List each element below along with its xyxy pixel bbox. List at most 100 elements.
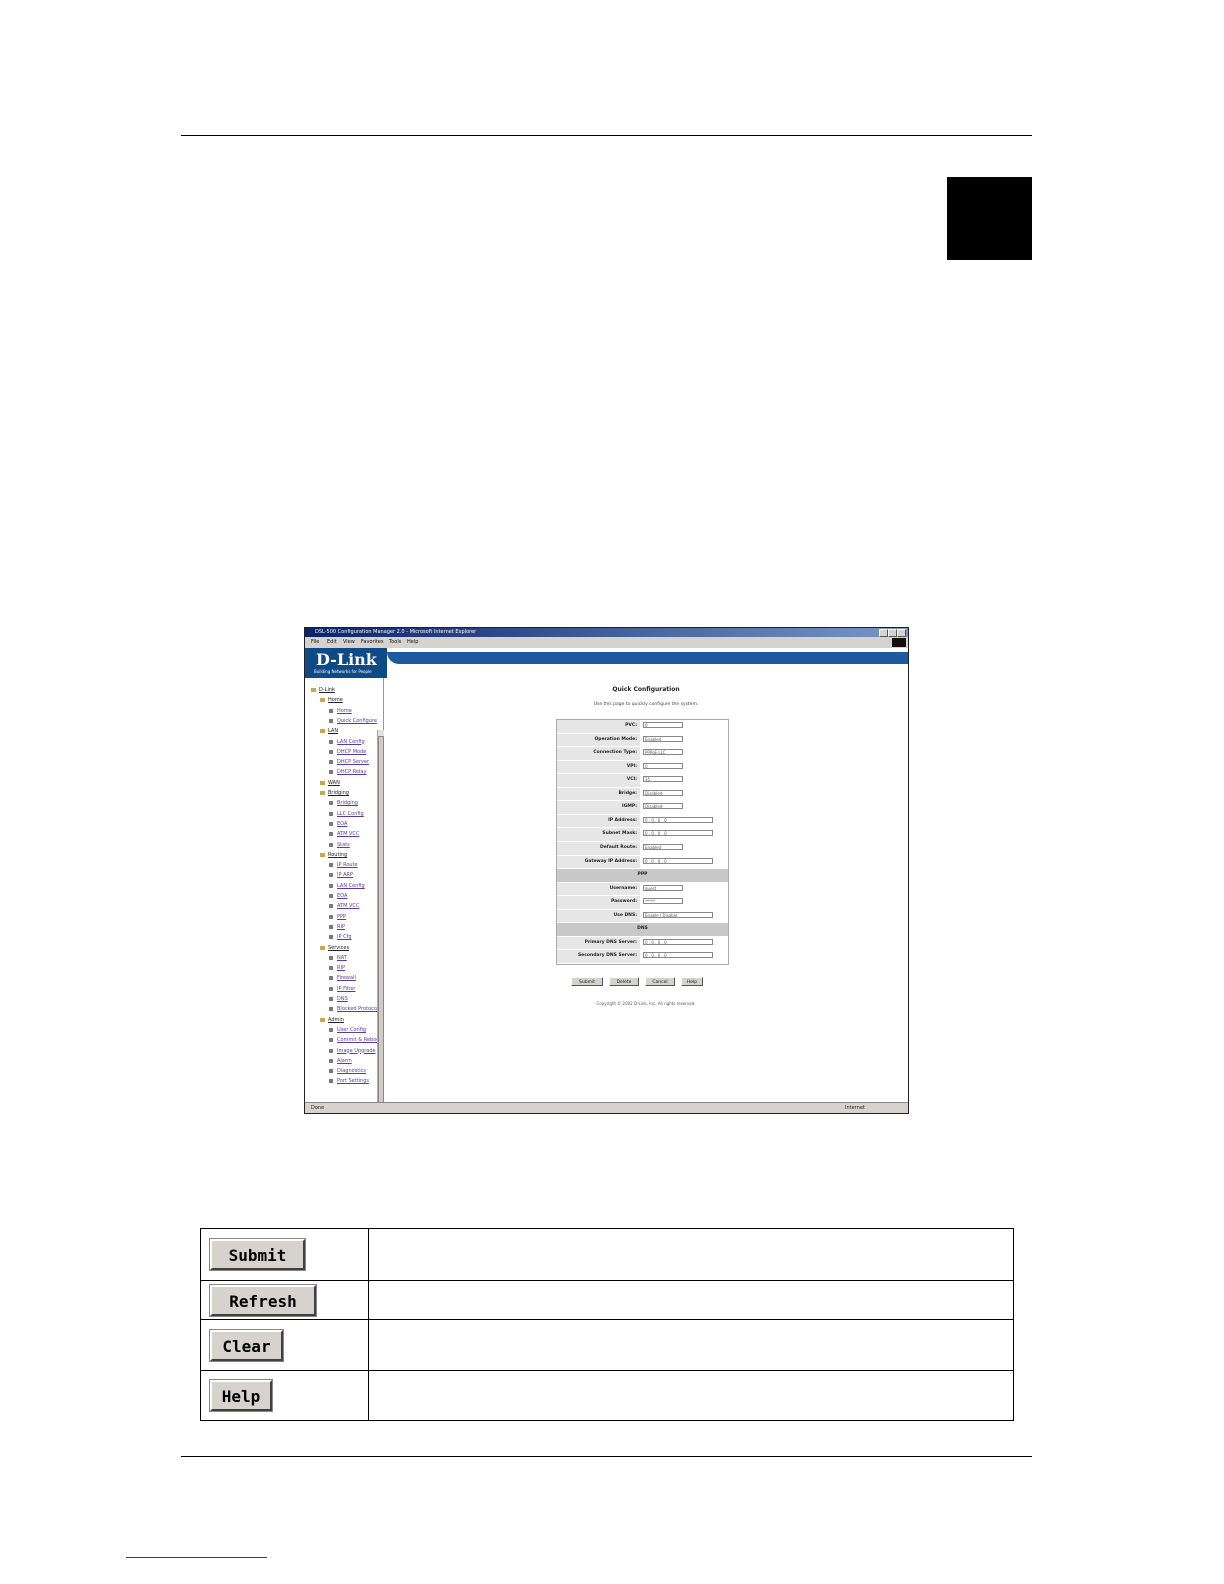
- tree-item[interactable]: PPP: [337, 914, 346, 920]
- table-row: Submit: [201, 1229, 1013, 1281]
- form-label: IGMP:: [557, 801, 640, 814]
- help-description: [369, 1371, 1013, 1420]
- form-input[interactable]: Disabled: [643, 803, 683, 810]
- form-input[interactable]: 0: [643, 762, 683, 769]
- form-label: Connection Type:: [557, 747, 640, 760]
- form-input[interactable]: 0: [643, 722, 683, 728]
- tree-item[interactable]: Commit & Reboot: [337, 1037, 381, 1043]
- cancel-button[interactable]: Cancel: [645, 977, 675, 986]
- form-label: PVC:: [557, 720, 640, 733]
- menu-edit[interactable]: Edit: [327, 638, 337, 647]
- tree-item[interactable]: Stats: [337, 842, 350, 848]
- form-input[interactable]: 0 . 0 . 0 . 0: [643, 938, 713, 945]
- page-icon: [329, 955, 333, 960]
- page-icon: [329, 1038, 333, 1043]
- tree-item[interactable]: Services: [328, 945, 349, 951]
- tree-item[interactable]: Home: [337, 708, 352, 714]
- tree-item[interactable]: WAN: [328, 780, 340, 786]
- tree-item[interactable]: Firewall: [337, 975, 356, 981]
- page-icon: [329, 966, 333, 971]
- form-input[interactable]: guest: [643, 884, 683, 891]
- close-icon[interactable]: [897, 629, 906, 637]
- logo-text: D-Link: [316, 650, 377, 669]
- form-label: Primary DNS Server:: [557, 936, 640, 950]
- page-icon: [329, 986, 333, 991]
- tree-item[interactable]: Diagnostics: [337, 1068, 366, 1074]
- footer-link-underline: [126, 1557, 267, 1558]
- tree-item[interactable]: RIP: [337, 965, 345, 971]
- tree-item[interactable]: D-Link: [319, 687, 335, 693]
- tree-item[interactable]: LLC Config: [337, 811, 364, 817]
- copyright: Copyright © 2002 D-Link, Inc. All rights…: [596, 1001, 696, 1006]
- page-icon: [329, 739, 333, 744]
- form-input[interactable]: Enabled: [643, 844, 683, 850]
- tree-item[interactable]: LAN Config: [337, 739, 365, 745]
- tree-item[interactable]: IP Route: [337, 862, 358, 868]
- tree-item[interactable]: Blocked Protocols: [337, 1006, 381, 1012]
- form-input[interactable]: Enable / Disable: [643, 911, 713, 918]
- tree-item[interactable]: RIP: [337, 924, 345, 930]
- form-label: Operation Mode:: [557, 733, 640, 747]
- tree-item[interactable]: Bridging: [328, 790, 349, 796]
- menu-help[interactable]: Help: [407, 638, 418, 647]
- form-input[interactable]: Disabled: [643, 789, 683, 796]
- tree-item[interactable]: DNS: [337, 996, 348, 1002]
- refresh-description: [369, 1281, 1013, 1319]
- tree-item[interactable]: IP ARP: [337, 872, 353, 878]
- menu-favorites[interactable]: Favorites: [361, 638, 384, 647]
- main-content: Quick Configuration Use this page to qui…: [384, 678, 908, 1102]
- form-input[interactable]: 0 . 0 . 0 . 0: [643, 816, 713, 823]
- form-row: Connection Type: PPPoE LLC: [557, 747, 728, 760]
- page-icon: [329, 708, 333, 713]
- form-input[interactable]: 0 . 0 . 0 . 0: [643, 830, 713, 837]
- page-icon: [329, 821, 333, 826]
- form-row: IGMP: Disabled: [557, 801, 728, 814]
- tree-item[interactable]: DHCP Mode: [337, 749, 366, 755]
- page-icon: [329, 904, 333, 909]
- tree-item[interactable]: IP Cfg: [337, 934, 352, 940]
- tree-item[interactable]: Port Settings: [337, 1078, 369, 1084]
- tree-scrollbar[interactable]: [377, 730, 384, 1113]
- tree-item[interactable]: EOA: [337, 821, 347, 827]
- tree-item[interactable]: Bridging: [337, 800, 358, 806]
- form-row: Default Route: Enabled: [557, 842, 728, 855]
- tree-item[interactable]: LAN: [328, 728, 338, 734]
- menu-tools[interactable]: Tools: [389, 638, 401, 647]
- form-input[interactable]: Enabled: [643, 735, 683, 742]
- status-bar: Done Internet: [305, 1102, 908, 1113]
- form-input[interactable]: PPPoE LLC: [643, 749, 683, 756]
- tree-item[interactable]: DHCP Relay: [337, 769, 366, 775]
- tree-item[interactable]: User Config: [337, 1027, 366, 1033]
- tree-item[interactable]: DHCP Server: [337, 759, 369, 765]
- form-input[interactable]: 0 . 0 . 0 . 0: [643, 857, 713, 864]
- form-label: Default Route:: [557, 842, 640, 855]
- page-icon: [329, 832, 333, 837]
- tree-item[interactable]: Image Upgrade: [337, 1048, 376, 1054]
- folder-icon: [320, 729, 325, 734]
- delete-button[interactable]: Delete: [609, 977, 639, 986]
- maximize-icon[interactable]: [888, 629, 897, 637]
- tree-item[interactable]: ATM VCC: [337, 831, 359, 837]
- tree-item[interactable]: Quick Configure: [337, 718, 377, 724]
- minimize-icon[interactable]: [879, 629, 888, 637]
- tree-item[interactable]: Routing: [328, 852, 347, 858]
- page-icon: [329, 1007, 333, 1012]
- form-input[interactable]: 35: [643, 776, 683, 783]
- tree-item[interactable]: ATM VCC: [337, 903, 359, 909]
- form-input[interactable]: 0 . 0 . 0 . 0: [643, 952, 713, 959]
- tree-item[interactable]: Admin: [328, 1017, 344, 1023]
- form-input[interactable]: *****: [643, 898, 683, 905]
- tree-item[interactable]: EOA: [337, 893, 347, 899]
- tree-item[interactable]: Alarm: [337, 1058, 352, 1064]
- tree-item[interactable]: LAN Config: [337, 883, 365, 889]
- embedded-screenshot: DSL-500 Configuration Manager 2.0 - Micr…: [304, 627, 909, 1114]
- folder-icon: [320, 852, 325, 857]
- form-row: Password: *****: [557, 896, 728, 909]
- menu-view[interactable]: View: [343, 638, 355, 647]
- tree-item[interactable]: Home: [328, 697, 343, 703]
- tree-item[interactable]: NAT: [337, 955, 347, 961]
- help-button[interactable]: Help: [681, 977, 703, 986]
- tree-item[interactable]: IP Filter: [337, 986, 355, 992]
- menu-file[interactable]: File: [311, 638, 319, 647]
- submit-button[interactable]: Submit: [571, 977, 603, 986]
